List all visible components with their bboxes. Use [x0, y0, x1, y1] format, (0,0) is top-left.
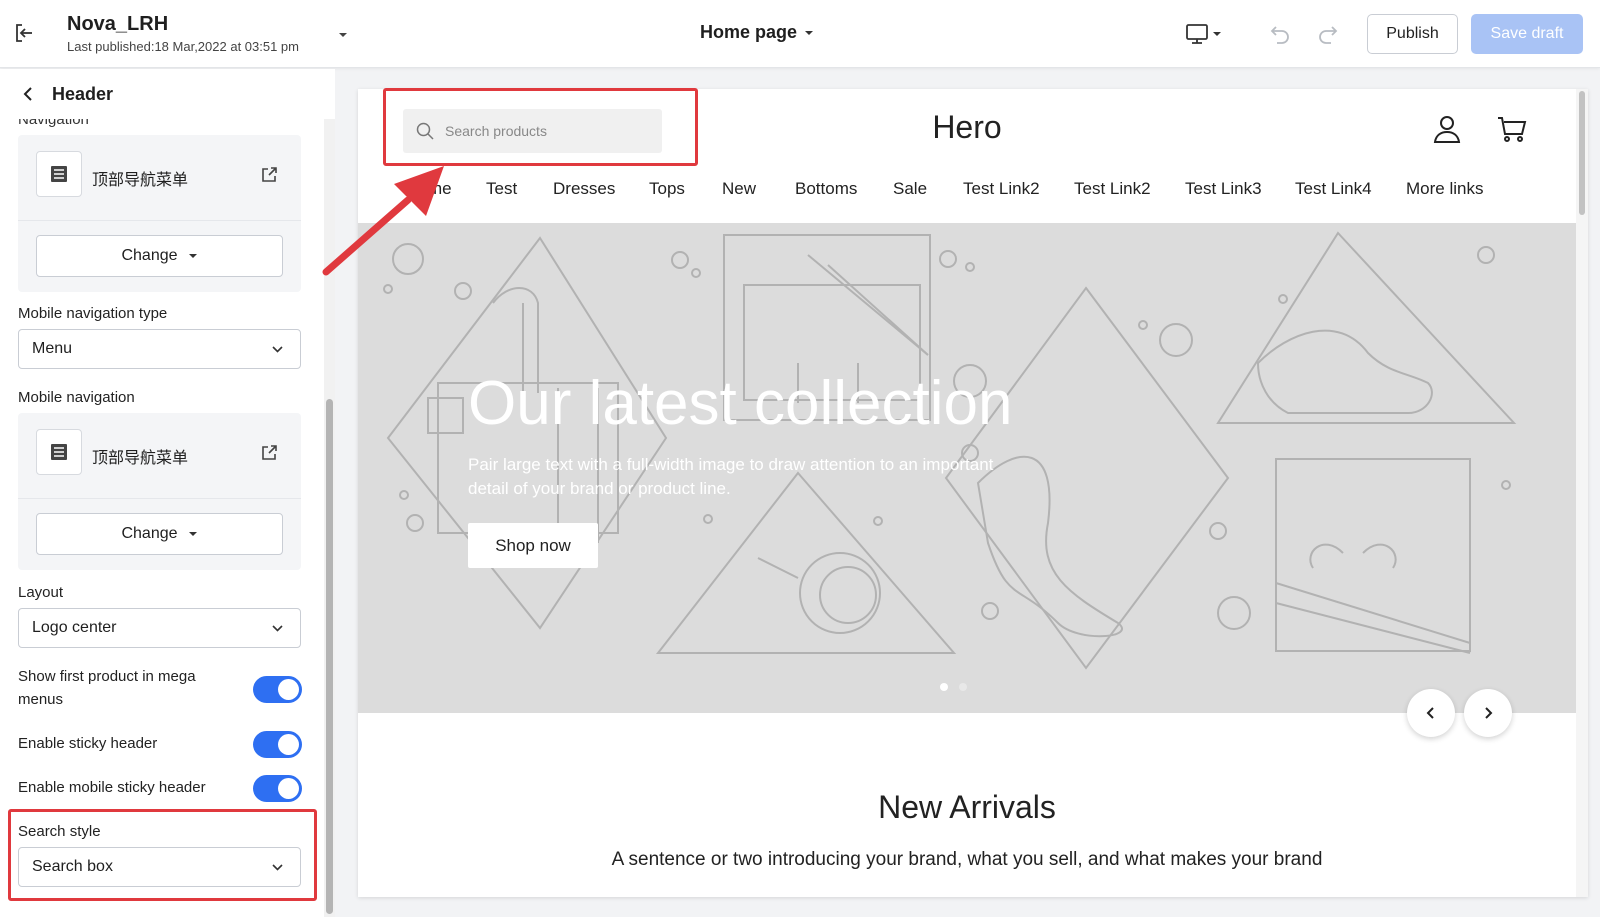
mobile-sticky-header-toggle[interactable]	[253, 775, 302, 802]
theme-preview: Search products Hero me Test Dresses Top…	[358, 89, 1588, 897]
hero-banner: Our latest collection Pair large text wi…	[358, 223, 1576, 713]
section-text: A sentence or two introducing your brand…	[611, 849, 1323, 870]
navigation-menu-card: 顶部导航菜单 Change	[18, 135, 301, 292]
nav-link-tops[interactable]: Tops	[649, 179, 685, 199]
nav-link-more-links[interactable]: More links	[1406, 179, 1483, 199]
nav-link-dresses[interactable]: Dresses	[553, 179, 615, 199]
sticky-header-label: Enable sticky header	[18, 735, 158, 752]
mobile-navigation-menu-name: 顶部导航菜单	[92, 450, 189, 467]
exit-icon[interactable]	[12, 20, 38, 46]
caret-down-icon	[188, 532, 197, 536]
layout-select[interactable]: Logo center	[18, 608, 301, 648]
caret-down-icon	[1213, 32, 1221, 36]
search-style-highlight	[8, 809, 317, 901]
mobile-nav-label: Mobile navigation	[18, 389, 135, 406]
nav-link-bottoms[interactable]: Bottoms	[795, 179, 857, 199]
chevron-right-icon	[1485, 707, 1493, 719]
scrollbar-thumb[interactable]	[1579, 91, 1585, 215]
chevron-down-icon	[272, 625, 283, 632]
nav-link-test-link2[interactable]: Test Link2	[963, 179, 1040, 199]
next-slide-button[interactable]	[1464, 689, 1512, 737]
layout-label: Layout	[18, 584, 64, 601]
settings-sidebar: Header Navigation 顶部导航菜单 Change Mobile n…	[0, 69, 335, 917]
shop-now-button[interactable]: Shop now	[468, 523, 598, 568]
sidebar-title: Header	[52, 83, 114, 104]
external-link-icon[interactable]	[260, 166, 278, 184]
nav-link-test-link3[interactable]: Test Link3	[1185, 179, 1262, 199]
change-mobile-navigation-button[interactable]: Change	[36, 513, 283, 555]
sticky-header-toggle[interactable]	[253, 731, 302, 758]
scrollbar-thumb[interactable]	[326, 399, 333, 914]
menu-list-icon	[36, 151, 82, 197]
site-name: Nova_LRH	[67, 13, 169, 35]
sidebar-header: Header	[0, 69, 335, 119]
change-label: Change	[121, 525, 178, 542]
previous-slide-button[interactable]	[1407, 689, 1455, 737]
navigation-menu-name: 顶部导航菜单	[92, 172, 189, 189]
mobile-nav-type-select[interactable]: Menu	[18, 329, 301, 369]
change-navigation-button[interactable]: Change	[36, 235, 283, 277]
mobile-navigation-menu-card: 顶部导航菜单 Change	[18, 413, 301, 570]
nav-link-test-link4[interactable]: Test Link4	[1295, 179, 1372, 199]
menu-row: 顶部导航菜单	[18, 413, 301, 499]
slide-dot[interactable]	[959, 683, 967, 691]
last-published-text: Last published:18 Mar,2022 at 03:51 pm	[67, 39, 299, 54]
undo-icon[interactable]	[1268, 22, 1292, 46]
page-selector-label: Home page	[700, 22, 798, 42]
layout-value: Logo center	[32, 619, 117, 636]
device-toggle-button[interactable]	[1184, 20, 1228, 48]
toggle-knob	[278, 679, 299, 700]
menu-list-icon	[36, 429, 82, 475]
toggle-knob	[278, 778, 299, 799]
nav-link-sale[interactable]: Sale	[893, 179, 927, 199]
mega-menu-first-product-label: Show first product in mega menus	[18, 668, 196, 708]
section-title: New Arrivals	[878, 789, 1056, 825]
chevron-left-icon[interactable]	[20, 85, 38, 103]
annotation-arrow	[322, 166, 444, 276]
mega-menu-first-product-toggle[interactable]	[253, 676, 302, 703]
chevron-down-icon	[272, 346, 283, 353]
change-label: Change	[121, 247, 178, 264]
mobile-sticky-header-label: Enable mobile sticky header	[18, 779, 206, 796]
preview-scrollbar[interactable]	[1576, 89, 1588, 897]
nav-link-new[interactable]: New	[722, 179, 756, 199]
publish-button[interactable]: Publish	[1367, 14, 1458, 54]
chevron-left-icon	[1426, 707, 1434, 719]
toggle-knob	[278, 734, 299, 755]
nav-link-test-link2-b[interactable]: Test Link2	[1074, 179, 1151, 199]
desktop-icon	[1186, 24, 1208, 44]
page-selector[interactable]: Home page	[700, 22, 815, 43]
external-link-icon[interactable]	[260, 444, 278, 462]
hero-text: Pair large text with a full-width image …	[468, 455, 994, 498]
mobile-nav-type-label: Mobile navigation type	[18, 305, 168, 322]
top-bar: Nova_LRH Last published:18 Mar,2022 at 0…	[0, 0, 1600, 68]
mobile-nav-type-value: Menu	[32, 340, 73, 357]
caret-down-icon[interactable]	[336, 28, 350, 42]
slide-dot-active[interactable]	[940, 683, 948, 691]
user-icon[interactable]	[1431, 113, 1463, 145]
caret-down-icon	[805, 30, 814, 35]
redo-icon[interactable]	[1316, 22, 1340, 46]
cart-icon[interactable]	[1496, 113, 1528, 145]
save-draft-button[interactable]: Save draft	[1471, 14, 1583, 54]
nav-link-test[interactable]: Test	[486, 179, 517, 199]
menu-row: 顶部导航菜单	[18, 135, 301, 221]
caret-down-icon	[188, 254, 197, 258]
hero-title: Our latest collection	[468, 369, 1013, 438]
